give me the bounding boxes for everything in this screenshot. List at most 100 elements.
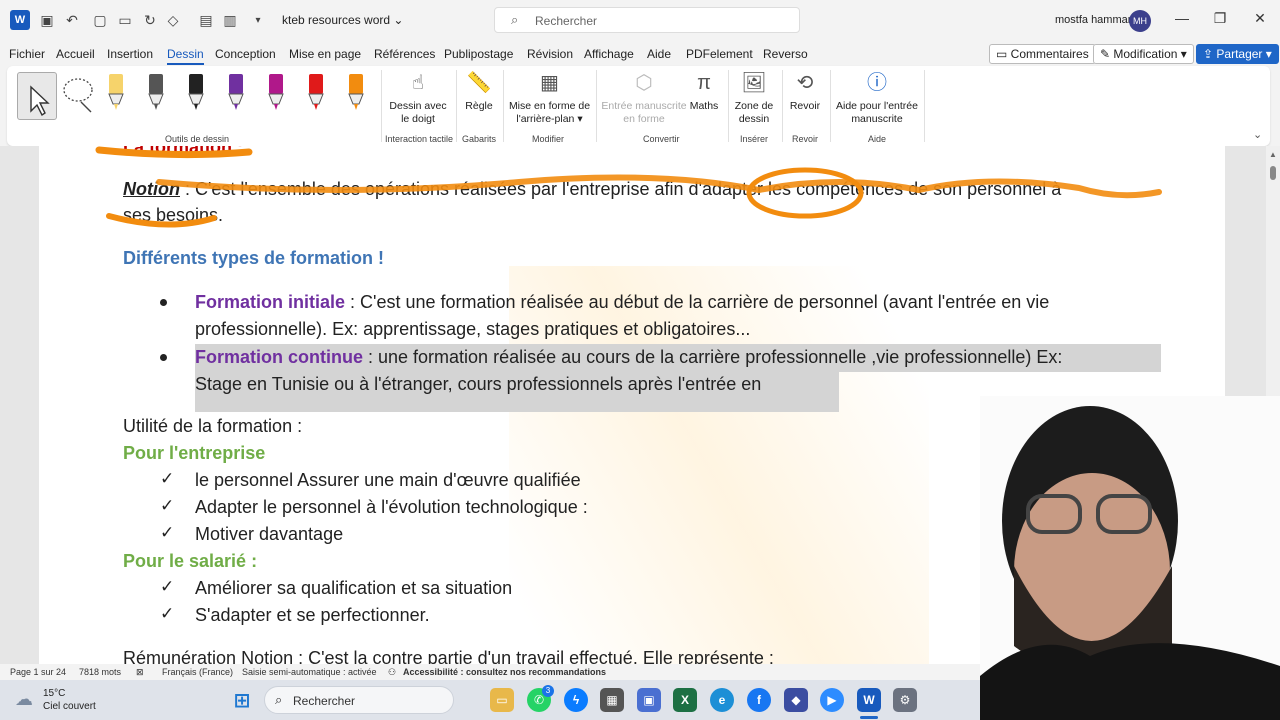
ink-help-button[interactable]: ⓘ Aide pour l'entrée manuscrite: [835, 70, 919, 126]
continue-line-1: Formation continue : une formation réali…: [195, 347, 1062, 368]
background-format-button[interactable]: ▦ Mise en forme de l'arrière-plan ▾: [507, 70, 592, 126]
avatar[interactable]: MH: [1129, 10, 1151, 32]
initial-line-1: Formation initiale : C'est une formation…: [195, 292, 1049, 313]
word-count[interactable]: 7818 mots: [79, 667, 121, 677]
comments-button[interactable]: ▭ Commentaires: [989, 44, 1096, 64]
minimize-icon[interactable]: —: [1172, 10, 1192, 30]
share-button[interactable]: ⇪ Partager ▾: [1196, 44, 1279, 64]
checkmark-icon: ✓: [160, 523, 175, 542]
canvas-icon: 🖼: [741, 72, 767, 94]
accessibility-status[interactable]: Accessibilité : consultez nos recommanda…: [403, 667, 606, 677]
group-label-drawing-tools: Outils de dessin: [165, 134, 230, 144]
word-icon[interactable]: W: [857, 688, 881, 712]
settings-gear-icon[interactable]: ⚙: [893, 688, 917, 712]
tab-publipostage[interactable]: Publipostage: [444, 47, 513, 61]
group-label-convert: Convertir: [643, 134, 680, 144]
tab-accueil[interactable]: Accueil: [56, 47, 95, 61]
new-file-icon[interactable]: ▢: [90, 10, 110, 30]
drawing-canvas-label: Zone de dessin: [734, 100, 774, 125]
taskbar-search[interactable]: ⌕ Rechercher: [264, 686, 454, 714]
language-status[interactable]: Français (France): [162, 667, 233, 677]
ribbon-panel: Outils de dessin ☝ Dessin avec le doigt I…: [7, 66, 1270, 146]
ruler-button[interactable]: 📏 Règle: [461, 70, 497, 113]
store-icon[interactable]: ▣: [637, 688, 661, 712]
user-name[interactable]: mostfa hammami: [1055, 14, 1139, 26]
pen-2-icon[interactable]: [145, 72, 167, 112]
pen-3-icon[interactable]: [185, 72, 207, 112]
app-icon[interactable]: ◆: [784, 688, 808, 712]
excel-icon[interactable]: X: [673, 688, 697, 712]
group-label-touch: Interaction tactile: [385, 134, 454, 144]
temperature[interactable]: 15°C: [43, 688, 65, 699]
tab-aide[interactable]: Aide: [647, 47, 671, 61]
scroll-up-icon[interactable]: ▲: [1269, 150, 1277, 159]
edge-icon[interactable]: e: [710, 688, 734, 712]
touch-draw-icon: ☝: [411, 72, 425, 94]
tab-references[interactable]: Références: [374, 47, 435, 61]
active-app-indicator: [860, 716, 878, 719]
autocomplete-status[interactable]: Saisie semi-automatique : activée: [242, 667, 377, 677]
pen-5-icon[interactable]: [265, 72, 287, 112]
bullet-dot: [160, 354, 167, 361]
document-title[interactable]: kteb resources word ⌄: [282, 13, 403, 27]
open-folder-icon[interactable]: ▭: [115, 10, 135, 30]
shapes-icon[interactable]: ◇: [163, 10, 183, 30]
windows-start-icon[interactable]: ⊞: [230, 688, 254, 712]
tab-dessin[interactable]: Dessin: [167, 47, 204, 65]
clipboard-icon[interactable]: ▤: [196, 10, 216, 30]
tab-pdfelement[interactable]: PDFelement: [686, 47, 753, 61]
tab-reverso[interactable]: Reverso: [763, 47, 808, 61]
redo-icon[interactable]: ↻: [140, 10, 160, 30]
editing-mode-button[interactable]: ✎ Modification ▾: [1093, 44, 1194, 64]
ink-to-shape-button[interactable]: ⬡ Entrée manuscrite en forme: [601, 70, 687, 126]
ribbon-divider: [381, 70, 382, 142]
undo-icon[interactable]: ↶: [62, 10, 82, 30]
checkmark-icon: ✓: [160, 496, 175, 515]
pen-1-icon[interactable]: [105, 72, 127, 112]
collapse-ribbon-icon[interactable]: ⌄: [1253, 128, 1262, 141]
search-box[interactable]: ⌕ Rechercher: [494, 7, 800, 33]
help-icon: ⓘ: [867, 72, 887, 94]
calculator-icon[interactable]: ▦: [600, 688, 624, 712]
editing-label: Modification: [1113, 47, 1178, 61]
zoom-icon[interactable]: ▶: [820, 688, 844, 712]
tab-insertion[interactable]: Insertion: [107, 47, 153, 61]
drawing-canvas-button[interactable]: 🖼 Zone de dessin: [732, 70, 776, 126]
draw-with-finger-button[interactable]: ☝ Dessin avec le doigt: [387, 70, 449, 126]
tab-affichage[interactable]: Affichage: [584, 47, 634, 61]
pi-icon: π: [697, 72, 711, 94]
columns-icon[interactable]: ▥: [220, 10, 240, 30]
initial-label: Formation initiale: [195, 292, 346, 312]
pen-4-icon[interactable]: [225, 72, 247, 112]
proofing-icon[interactable]: ⊠: [136, 667, 144, 678]
tab-mise-en-page[interactable]: Mise en page: [289, 47, 361, 61]
math-button[interactable]: π Maths: [687, 70, 721, 113]
webcam-overlay: [980, 396, 1280, 720]
ribbon-divider: [596, 70, 597, 142]
background-grid-icon: ▦: [540, 72, 559, 94]
facebook-icon[interactable]: f: [747, 688, 771, 712]
ink-replay-button[interactable]: ⟲ Revoir: [787, 70, 823, 113]
maximize-icon[interactable]: ❐: [1210, 10, 1230, 30]
weather-status[interactable]: Ciel couvert: [43, 701, 96, 712]
close-icon[interactable]: ✕: [1250, 10, 1270, 30]
employee-heading: Pour le salarié :: [123, 551, 258, 571]
scrollbar-thumb[interactable]: [1270, 166, 1276, 180]
lasso-tool-button[interactable]: [59, 72, 97, 120]
messenger-icon[interactable]: ϟ: [564, 688, 588, 712]
file-explorer-icon[interactable]: ▭: [490, 688, 514, 712]
save-icon[interactable]: ▣: [37, 10, 57, 30]
share-label: Partager: [1216, 47, 1263, 61]
math-label: Maths: [689, 100, 719, 112]
tab-revision[interactable]: Révision: [527, 47, 573, 61]
checkmark-icon: ✓: [160, 577, 175, 596]
pen-6-icon[interactable]: [305, 72, 327, 112]
tab-conception[interactable]: Conception: [215, 47, 276, 61]
tab-fichier[interactable]: Fichier: [9, 47, 45, 61]
customize-qat-icon[interactable]: ▾: [248, 10, 268, 30]
pen-7-icon[interactable]: [345, 72, 367, 112]
ribbon-divider: [924, 70, 925, 142]
select-tool-button[interactable]: [17, 72, 57, 120]
group-label-modify: Modifier: [532, 134, 565, 144]
page-count[interactable]: Page 1 sur 24: [10, 667, 66, 677]
